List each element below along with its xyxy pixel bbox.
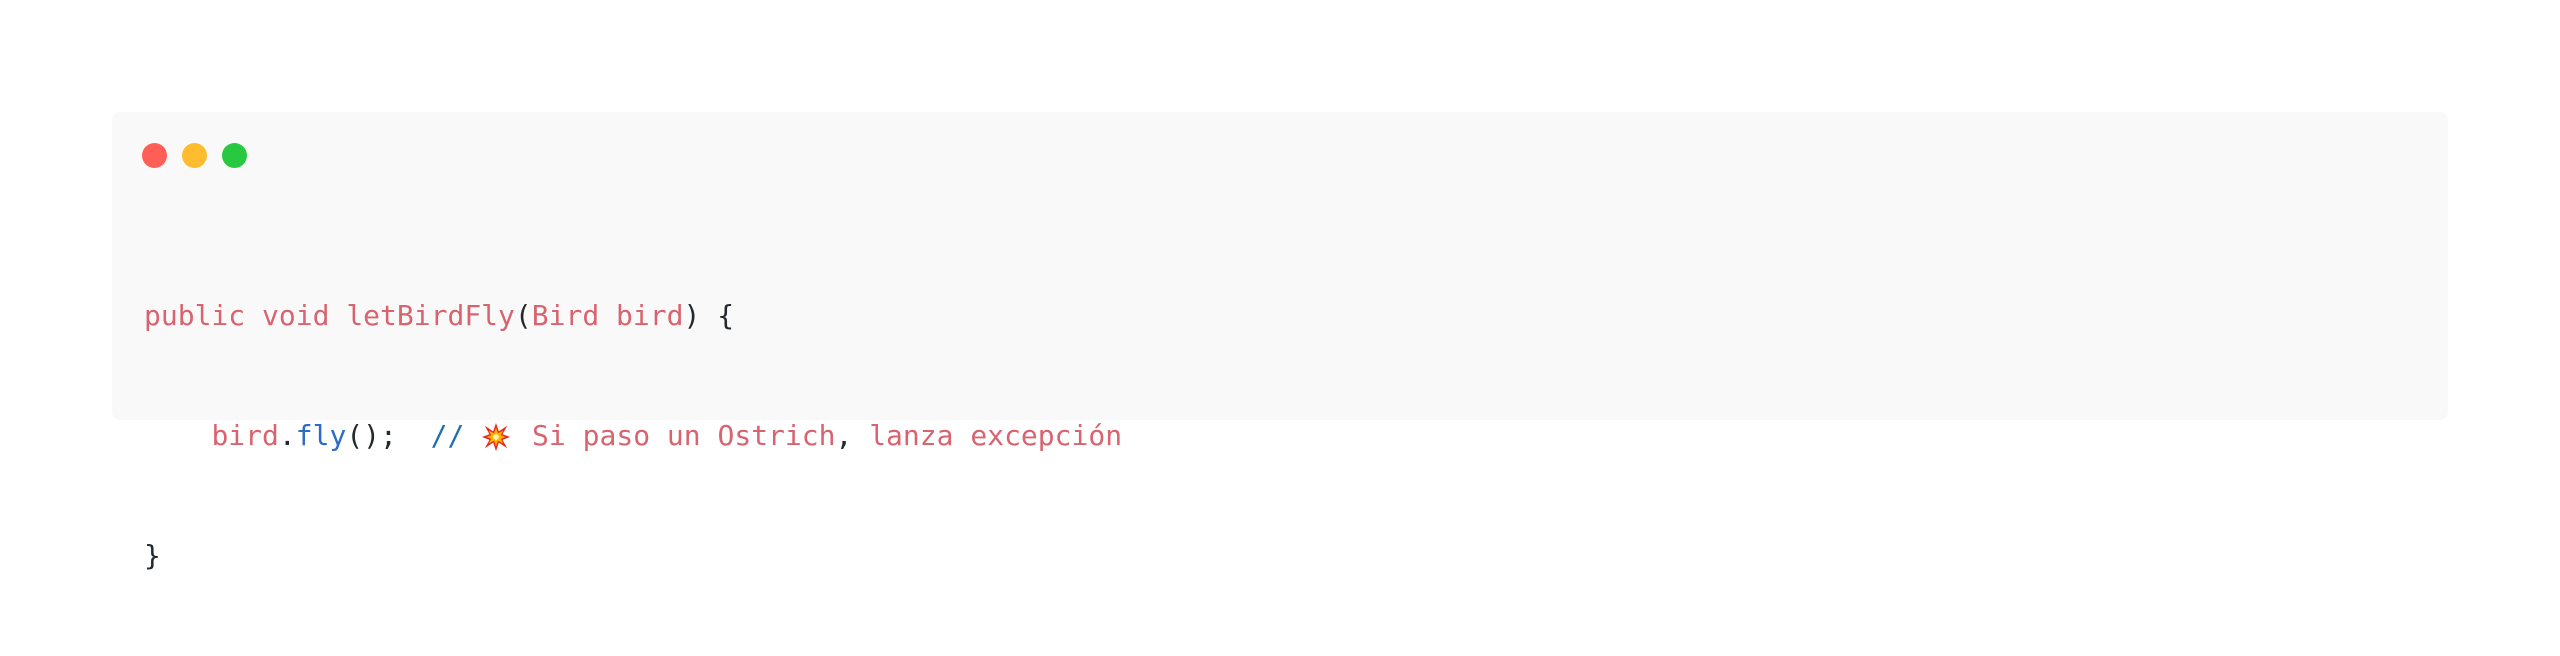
code-block: public void letBirdFly(Bird bird) { bird… <box>144 216 1122 656</box>
close-window-button[interactable] <box>142 143 167 168</box>
code-line-3: } <box>144 536 1122 576</box>
keyword-public: public <box>144 299 246 332</box>
minimize-window-button[interactable] <box>182 143 207 168</box>
member-dot: . <box>278 419 296 452</box>
comment-text-part-2: lanza excepción <box>869 419 1123 452</box>
method-call: fly <box>295 419 347 452</box>
param-name: bird <box>616 299 684 332</box>
open-paren: ( <box>514 299 532 332</box>
open-brace: { <box>717 299 735 332</box>
comment-comma: , <box>835 419 853 452</box>
collision-icon <box>481 422 515 452</box>
call-parens: (); <box>346 419 397 452</box>
code-line-2: bird.fly(); // Si paso un Ostrich, lanza… <box>144 416 1122 456</box>
code-line-1: public void letBirdFly(Bird bird) { <box>144 296 1122 336</box>
code-window: public void letBirdFly(Bird bird) { bird… <box>112 112 2448 572</box>
object-ref: bird <box>211 419 279 452</box>
comment-marker: // <box>430 419 465 452</box>
param-type: Bird <box>531 299 600 332</box>
close-brace: } <box>144 539 161 572</box>
maximize-window-button[interactable] <box>222 143 247 168</box>
window-controls <box>142 143 247 168</box>
keyword-void: void <box>262 299 330 332</box>
close-paren: ) <box>683 299 701 332</box>
comment-text-part-1: Si paso un Ostrich <box>532 419 836 452</box>
method-name: letBirdFly <box>346 299 515 332</box>
